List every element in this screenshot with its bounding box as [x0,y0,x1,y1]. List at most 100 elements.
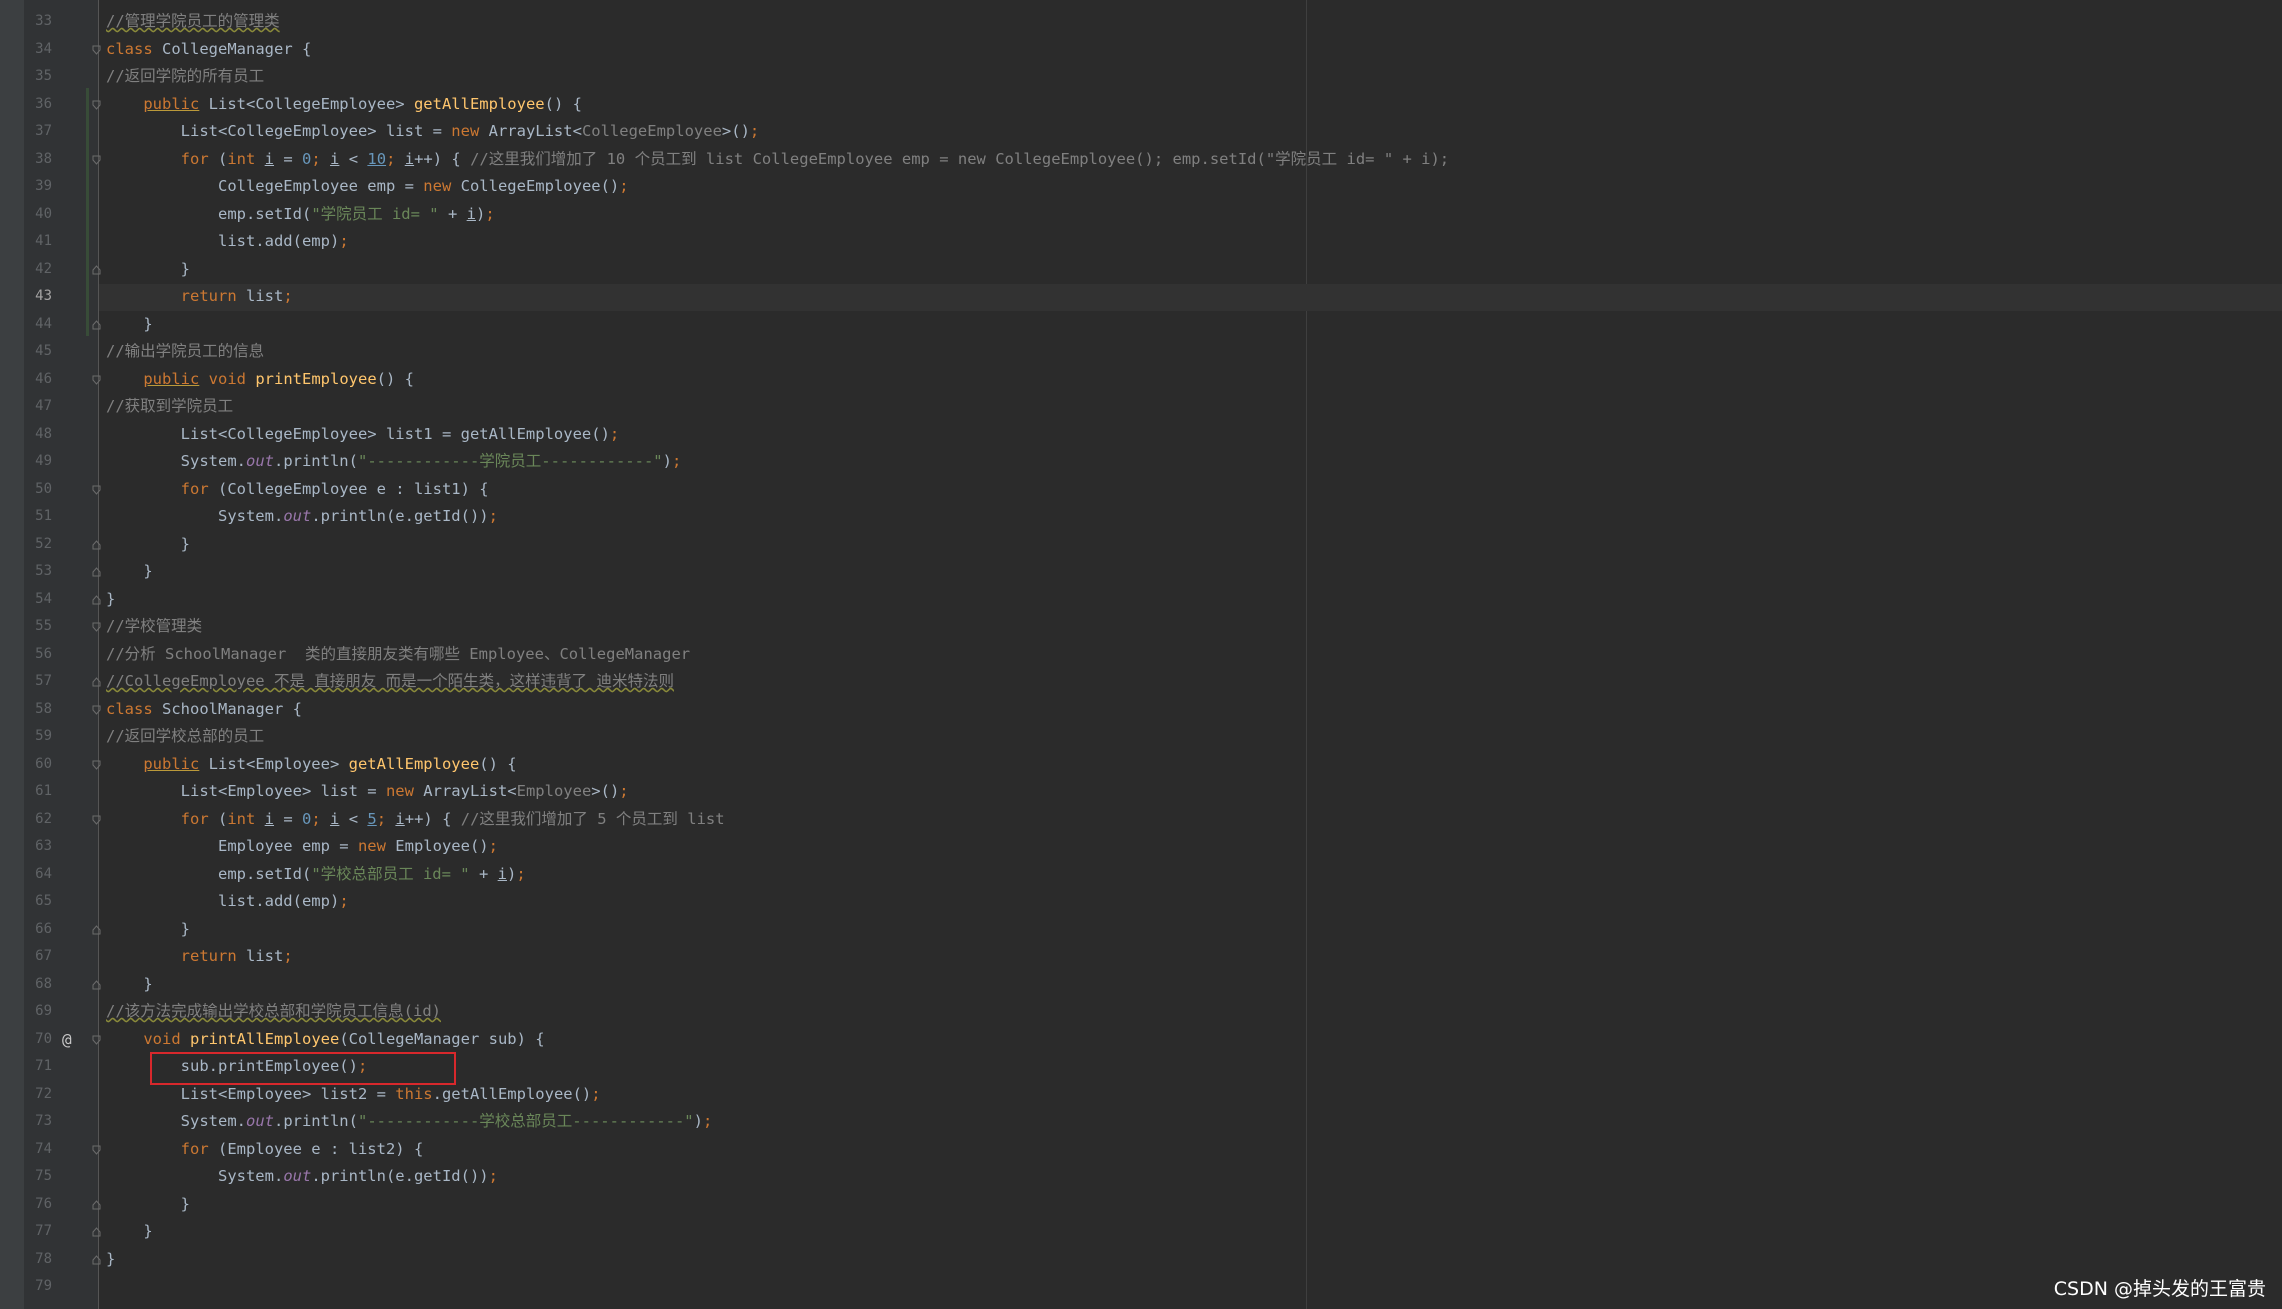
static-field: out [245,1112,274,1130]
code-text: + [438,204,467,223]
code-text: >() [591,782,620,800]
code-line[interactable]: 55 //学校管理类 [0,613,2282,641]
code-line[interactable]: 57 //CollegeEmployee 不是 直接朋友 而是一个陌生类，这样违背… [0,668,2282,696]
code-line[interactable]: 78} [0,1246,2282,1274]
variable: i [404,149,415,168]
code-line[interactable]: 68 } [0,971,2282,999]
code-line[interactable]: 36 public List<CollegeEmployee> getAllEm… [0,91,2282,119]
fold-end-icon[interactable] [92,594,101,605]
code-text: List<Employee> [199,754,349,773]
code-line[interactable]: 74 for (Employee e : list2) { [0,1136,2282,1164]
line-number: 75 [35,1168,52,1184]
line-number: 47 [35,398,52,414]
code-line[interactable]: 67 return list; [0,943,2282,971]
line-number: 53 [35,563,52,579]
fold-end-icon[interactable] [92,319,101,330]
number: 0 [302,809,312,828]
line-number: 41 [35,233,52,249]
fold-end-icon[interactable] [92,924,101,935]
code-line[interactable]: 51 System.out.println(e.getId()); [0,503,2282,531]
code-text: CollegeEmployee emp = [217,177,424,195]
keyword: class [106,39,153,58]
code-text: () { [376,369,414,388]
code-text: = [274,809,303,828]
code-line[interactable]: 33 //管理学院员工的管理类 [0,8,2282,36]
semicolon: ; [619,782,629,800]
fold-icon[interactable] [92,375,101,385]
code-line[interactable]: 58 class SchoolManager { [0,696,2282,724]
code-line[interactable]: 73 System.out.println("------------学校总部员… [0,1108,2282,1136]
fold-icon[interactable] [92,1145,101,1155]
code-line[interactable]: 44 } [0,311,2282,339]
code-text: } [143,974,153,993]
code-line[interactable]: 50 for (CollegeEmployee e : list1) { [0,476,2282,504]
code-line[interactable]: 66 } [0,916,2282,944]
keyword: new [423,177,452,195]
line-number: 71 [35,1058,52,1074]
code-line-current[interactable]: 43 return list; [0,283,2282,311]
semicolon: ; [339,892,349,910]
method-name: getAllEmployee [413,94,545,113]
code-line[interactable]: 63 Employee emp = new Employee(); [0,833,2282,861]
code-line[interactable]: 38 for (int i = 0; i < 10; i++) { //这里我们… [0,146,2282,174]
fold-end-icon[interactable] [92,1227,101,1237]
number: 10 [367,149,387,168]
code-line[interactable]: 41 list.add(emp); [0,228,2282,256]
code-line[interactable]: 75 System.out.println(e.getId()); [0,1163,2282,1191]
code-lines[interactable]: 33//管理学院员工的管理类 34 class CollegeManager { … [0,8,2282,1301]
code-editor[interactable]: 33//管理学院员工的管理类 34 class CollegeManager { … [0,0,2282,1309]
code-line[interactable]: 61 List<Employee> list = new ArrayList<E… [0,778,2282,806]
fold-icon[interactable] [92,760,101,770]
code-line[interactable]: 52 } [0,531,2282,559]
code-line[interactable]: 53 } [0,558,2282,586]
code-line[interactable]: 70 @ void printAllEmployee(CollegeManager… [0,1026,2282,1054]
code-line[interactable]: 48 List<CollegeEmployee> list1 = getAllE… [0,421,2282,449]
fold-icon[interactable] [92,622,101,632]
code-line[interactable]: 42 } [0,256,2282,284]
code-line[interactable]: 64 emp.setId("学校总部员工 id= " + i); [0,861,2282,889]
code-line[interactable]: 60 public List<Employee> getAllEmployee(… [0,751,2282,779]
fold-end-icon[interactable] [92,567,101,577]
code-line[interactable]: 46 public void printEmployee() { [0,366,2282,394]
keyword: return [180,947,237,965]
code-line[interactable]: 65 list.add(emp); [0,888,2282,916]
semicolon: ; [488,837,498,855]
code-line[interactable]: 45 //输出学院员工的信息 [0,338,2282,366]
fold-icon[interactable] [92,155,101,165]
semicolon: ; [591,1084,601,1103]
fold-icon[interactable] [92,485,101,495]
code-line[interactable]: 76 } [0,1191,2282,1219]
code-line[interactable]: 59 //返回学校总部的员工 [0,723,2282,751]
line-number: 77 [35,1223,52,1239]
fold-end-icon[interactable] [92,1199,101,1210]
code-line[interactable]: 34 class CollegeManager { [0,36,2282,64]
fold-icon[interactable] [92,100,101,110]
code-text: } [106,1249,116,1268]
fold-end-icon[interactable] [92,677,101,687]
code-line[interactable]: 47 //获取到学院员工 [0,393,2282,421]
fold-end-icon[interactable] [92,539,101,550]
code-line[interactable]: 62 for (int i = 0; i < 5; i++) { //这里我们增… [0,806,2282,834]
line-number: 36 [35,95,52,112]
code-line[interactable]: 49 System.out.println("------------学院员工-… [0,448,2282,476]
code-line[interactable]: 40 emp.setId("学院员工 id= " + i); [0,201,2282,229]
code-line[interactable]: 35 //返回学院的所有员工 [0,63,2282,91]
fold-end-icon[interactable] [92,979,101,990]
code-line[interactable]: 54} [0,586,2282,614]
code-line[interactable]: 39 CollegeEmployee emp = new CollegeEmpl… [0,173,2282,201]
fold-end-icon[interactable] [92,264,101,275]
string-literal: "学院员工 id= " [311,204,439,223]
fold-icon[interactable] [92,705,101,715]
code-line[interactable]: 56 //分析 SchoolManager 类的直接朋友类有哪些 Employee… [0,641,2282,669]
code-line[interactable]: 69 //该方法完成输出学校总部和学院员工信息(id) [0,998,2282,1026]
code-line[interactable]: 77 } [0,1218,2282,1246]
override-marker-icon[interactable]: @ [62,1026,72,1054]
code-line[interactable]: 79 [0,1273,2282,1301]
fold-icon[interactable] [92,1035,101,1045]
code-text: System. [217,1167,284,1185]
code-line[interactable]: 37 List<CollegeEmployee> list = new Arra… [0,118,2282,146]
fold-icon[interactable] [92,45,101,55]
fold-icon[interactable] [92,815,101,825]
line-number: 68 [35,975,52,992]
fold-end-icon[interactable] [92,1254,101,1265]
